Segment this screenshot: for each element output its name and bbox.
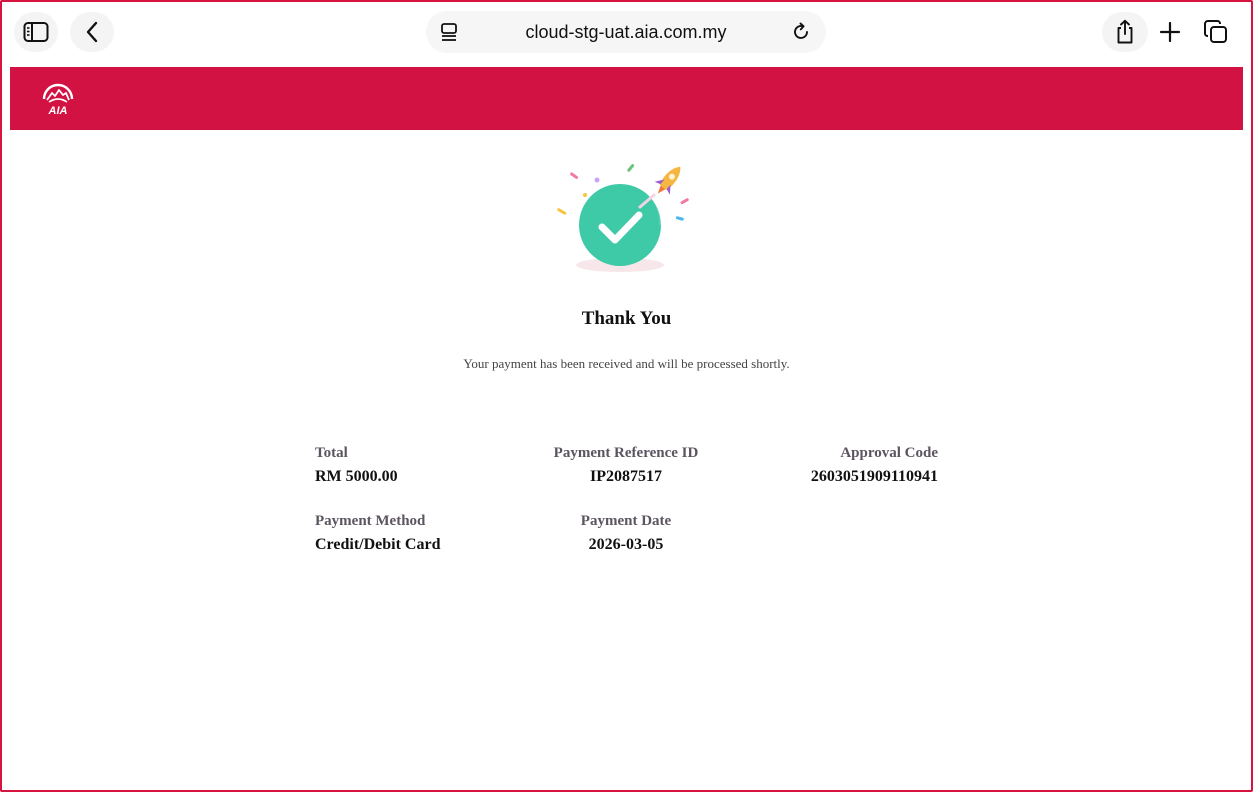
reload-icon[interactable] (790, 21, 812, 48)
success-circle (579, 184, 661, 266)
total-label: Total (315, 445, 348, 461)
sidebar-icon (23, 21, 49, 43)
share-icon (1114, 19, 1136, 45)
back-button[interactable] (70, 12, 114, 52)
payment-date-field: Payment Date 2026-03-05 (526, 513, 726, 554)
share-button[interactable] (1102, 12, 1148, 52)
logo-text: AIA (48, 105, 68, 117)
page-title: Thank You (581, 308, 672, 329)
payment-method-label: Payment Method (315, 513, 426, 529)
browser-toolbar: cloud-stg-uat.aia.com.my (0, 0, 1253, 64)
approval-field: Approval Code 2603051909110941 (738, 445, 938, 486)
approval-label: Approval Code (840, 445, 938, 461)
new-tab-button[interactable] (1148, 12, 1192, 52)
brand-header: AIA (10, 67, 1243, 130)
payment-method-value: Credit/Debit Card (315, 536, 441, 553)
tabs-button[interactable] (1194, 12, 1238, 52)
aia-logo: AIA (40, 81, 76, 122)
payment-date-label: Payment Date (580, 513, 672, 529)
reference-value: IP2087517 (590, 468, 662, 485)
success-illustration (550, 155, 700, 280)
confirmation-message: Your payment has been received and will … (463, 356, 790, 371)
rocket-icon (654, 166, 681, 195)
chevron-left-icon (84, 21, 100, 43)
total-value: RM 5000.00 (315, 468, 398, 485)
url-text[interactable]: cloud-stg-uat.aia.com.my (426, 11, 826, 53)
payment-date-value: 2026-03-05 (588, 536, 664, 553)
total-field: Total RM 5000.00 (315, 445, 398, 486)
approval-value: 2603051909110941 (810, 468, 938, 485)
tabs-icon (1203, 19, 1229, 45)
sidebar-button[interactable] (14, 12, 58, 52)
plus-icon (1159, 21, 1181, 43)
reference-field: Payment Reference ID IP2087517 (526, 445, 726, 486)
reference-label: Payment Reference ID (553, 445, 699, 461)
payment-method-field: Payment Method Credit/Debit Card (315, 513, 440, 554)
address-bar[interactable]: cloud-stg-uat.aia.com.my (426, 11, 826, 53)
